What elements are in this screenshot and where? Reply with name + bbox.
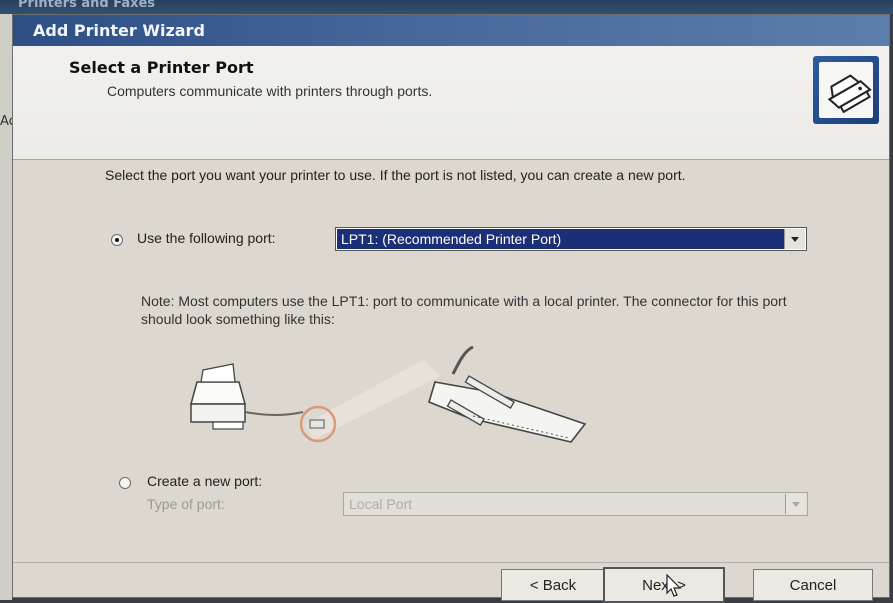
port-note-text: Note: Most computers use the LPT1: port … (141, 293, 787, 327)
background-window-title: Printers and Faxes (18, 0, 156, 11)
port-type-select[interactable]: Local Port (343, 492, 808, 516)
use-port-label[interactable]: Use the following port: (137, 230, 276, 246)
dialog-title: Add Printer Wizard (33, 21, 205, 40)
parallel-cable-connector-icon (428, 345, 587, 443)
mouse-cursor-icon (665, 573, 683, 603)
background-window-panel: Ac (0, 14, 16, 600)
connector-illustration (173, 342, 613, 457)
port-type-label: Type of port: (147, 496, 225, 512)
use-port-radio[interactable] (111, 234, 123, 246)
page-subtitle: Computers communicate with printers thro… (107, 83, 433, 99)
cancel-button[interactable]: Cancel (753, 569, 873, 601)
wizard-body: Select the port you want your printer to… (13, 160, 889, 562)
create-port-label[interactable]: Create a new port: (147, 473, 262, 489)
next-button[interactable]: Next > (603, 567, 725, 603)
chevron-down-icon[interactable] (785, 494, 806, 514)
background-window-titlebar: Printers and Faxes (0, 0, 893, 14)
chevron-down-icon[interactable] (784, 229, 805, 249)
printer-icon (813, 56, 879, 124)
add-printer-wizard-dialog: Add Printer Wizard Select a Printer Port… (12, 14, 890, 603)
footer-divider (13, 562, 889, 563)
create-port-radio[interactable] (119, 477, 131, 489)
page-title: Select a Printer Port (69, 58, 254, 77)
port-type-value: Local Port (349, 496, 413, 512)
port-select-value: LPT1: (Recommended Printer Port) (337, 229, 784, 249)
wizard-header: Select a Printer Port Computers communic… (13, 46, 889, 160)
dialog-titlebar[interactable]: Add Printer Wizard (13, 15, 889, 46)
back-button[interactable]: < Back (501, 569, 605, 601)
small-printer-icon (190, 363, 246, 430)
instructions-text: Select the port you want your printer to… (105, 167, 686, 183)
port-select[interactable]: LPT1: (Recommended Printer Port) (335, 227, 807, 251)
